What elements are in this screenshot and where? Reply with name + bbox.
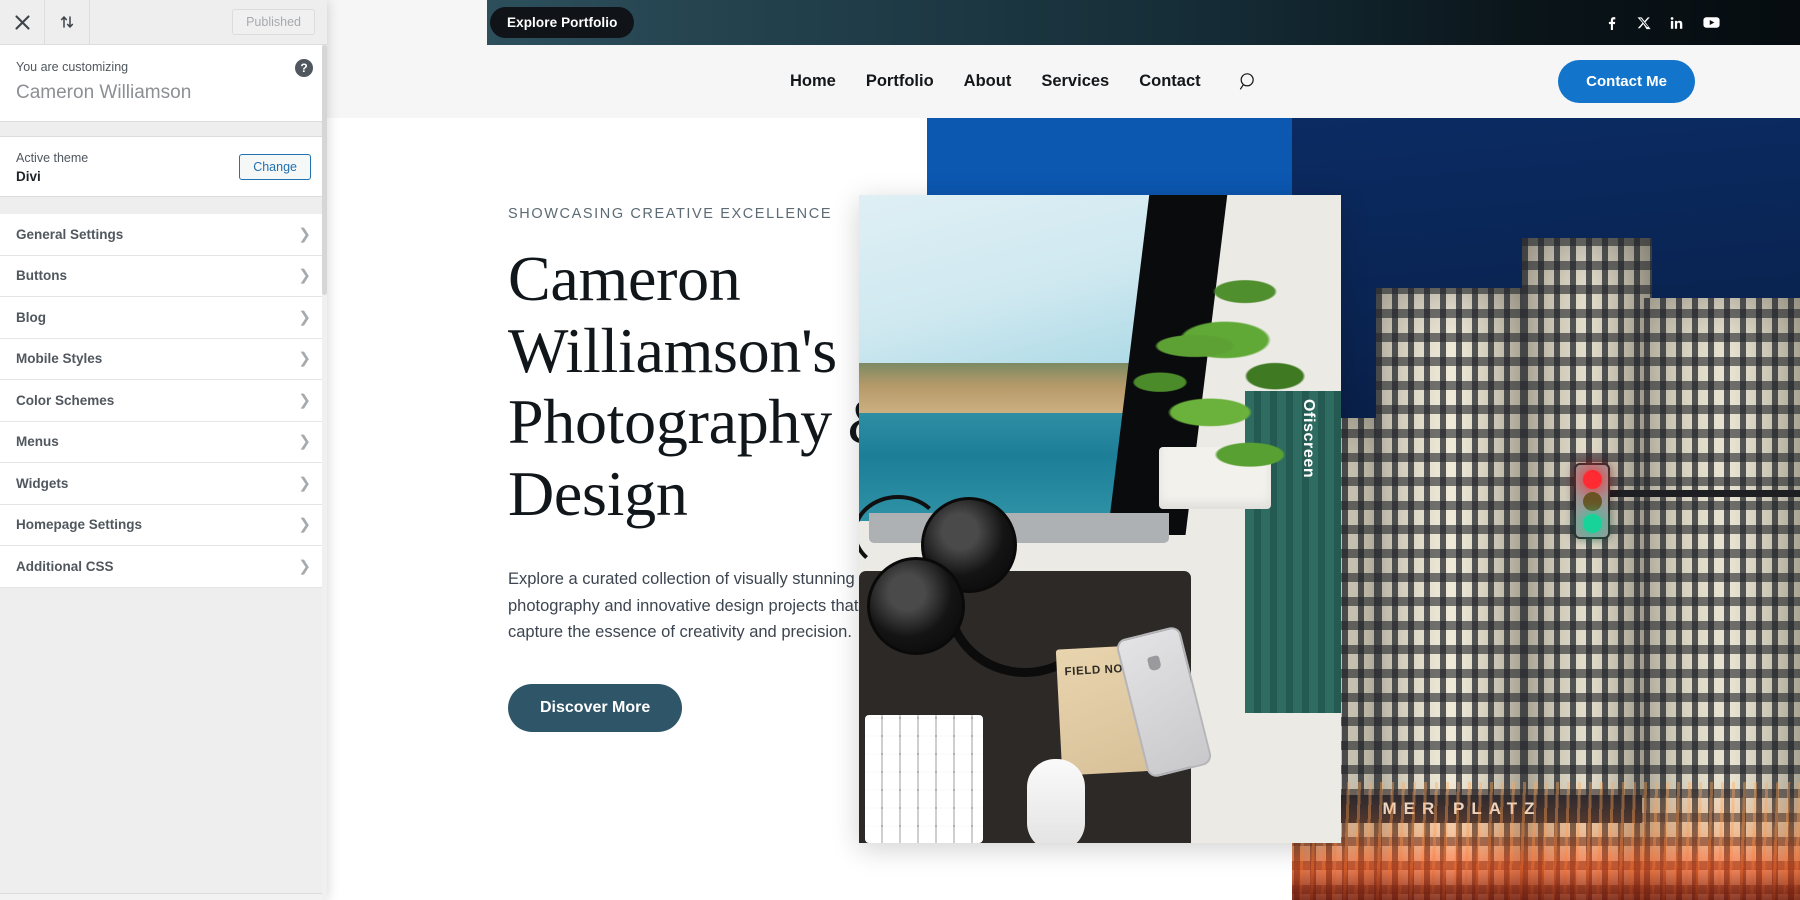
desk-workspace-photo: Ofiscreen FIELD NOTES [859, 195, 1341, 843]
keyboard [865, 715, 983, 843]
youtube-icon[interactable] [1703, 16, 1720, 29]
customizer-screen: Published You are customizing Cameron Wi… [0, 0, 1800, 900]
sidebar-item-label: Color Schemes [16, 392, 115, 408]
sidebar-item-blog[interactable]: Blog ❯ [0, 297, 327, 339]
traffic-light-red [1582, 469, 1602, 489]
discover-more-button[interactable]: Discover More [508, 684, 683, 733]
traffic-light-amber [1582, 491, 1602, 511]
customizer-sidebar: Published You are customizing Cameron Wi… [0, 0, 327, 900]
sidebar-empty-area [0, 587, 327, 893]
mouse [1027, 759, 1085, 843]
customizer-sections: General Settings ❯ Buttons ❯ Blog ❯ Mobi… [0, 214, 327, 588]
traffic-light-icon [1574, 463, 1610, 539]
chevron-right-icon: ❯ [298, 516, 311, 534]
traffic-light-arm [1608, 490, 1800, 497]
theme-name: Divi [16, 169, 41, 185]
active-theme-label: Active theme [16, 151, 89, 166]
close-icon[interactable] [0, 0, 45, 44]
sidebar-item-label: Mobile Styles [16, 351, 103, 367]
social-links [1603, 15, 1720, 30]
site-preview: Explore Portfolio Home Portfolio About S… [327, 0, 1800, 900]
sidebar-footer-bar [0, 893, 327, 900]
main-navigation: Home Portfolio About Services Contact [790, 72, 1258, 91]
traffic-light-trails [1292, 782, 1800, 900]
sidebar-item-widgets[interactable]: Widgets ❯ [0, 463, 327, 505]
explore-portfolio-button[interactable]: Explore Portfolio [490, 7, 635, 38]
phone-logo-icon [1146, 654, 1162, 672]
search-icon[interactable] [1239, 72, 1258, 91]
ofiscreen-label: Ofiscreen [1300, 399, 1317, 479]
sidebar-item-mobile-styles[interactable]: Mobile Styles ❯ [0, 338, 327, 381]
sidebar-scrollbar[interactable] [322, 45, 327, 900]
chevron-right-icon: ❯ [298, 474, 311, 492]
sidebar-item-color-schemes[interactable]: Color Schemes ❯ [0, 380, 327, 422]
sidebar-item-additional-css[interactable]: Additional CSS ❯ [0, 546, 327, 588]
sidebar-item-label: Additional CSS [16, 558, 114, 574]
chevron-right-icon: ❯ [298, 391, 311, 409]
chevron-right-icon: ❯ [298, 308, 311, 326]
sidebar-item-label: Homepage Settings [16, 517, 143, 533]
collapse-arrows-icon[interactable] [45, 0, 90, 44]
sidebar-item-label: General Settings [16, 226, 124, 242]
sidebar-gap [0, 197, 327, 215]
traffic-light-green [1582, 513, 1602, 533]
sidebar-item-label: Widgets [16, 475, 69, 491]
publish-button[interactable]: Published [232, 9, 315, 35]
chevron-right-icon: ❯ [298, 225, 311, 243]
sidebar-item-buttons[interactable]: Buttons ❯ [0, 255, 327, 298]
hero-section: MER PLATZ Ofiscreen [327, 118, 1800, 900]
nav-item-about[interactable]: About [964, 72, 1012, 91]
headphone-earcup-2 [867, 557, 965, 655]
sidebar-item-homepage-settings[interactable]: Homepage Settings ❯ [0, 504, 327, 547]
sidebar-divider [0, 122, 327, 138]
site-utility-bar: Explore Portfolio [487, 0, 1800, 45]
sidebar-scrollbar-thumb[interactable] [322, 45, 327, 295]
customizing-label: You are customizing [16, 60, 129, 74]
active-theme-panel: Active theme Divi Change [0, 137, 327, 198]
sidebar-item-menus[interactable]: Menus ❯ [0, 421, 327, 464]
customizer-header: You are customizing Cameron Williamson ? [0, 45, 327, 123]
active-theme-info: Active theme Divi [16, 149, 88, 184]
contact-me-button[interactable]: Contact Me [1558, 60, 1695, 103]
hero-paragraph: Explore a curated collection of visually… [508, 569, 859, 642]
site-header: Home Portfolio About Services Contact Co… [327, 45, 1800, 118]
nav-item-portfolio[interactable]: Portfolio [866, 72, 934, 91]
customizer-toolbar: Published [0, 0, 327, 45]
facebook-icon[interactable] [1603, 15, 1618, 30]
help-icon[interactable]: ? [295, 59, 313, 77]
sidebar-item-general-settings[interactable]: General Settings ❯ [0, 214, 327, 256]
chevron-right-icon: ❯ [298, 267, 311, 285]
linkedin-icon[interactable] [1670, 16, 1684, 30]
nav-item-home[interactable]: Home [790, 72, 836, 91]
chevron-right-icon: ❯ [298, 350, 311, 368]
sidebar-item-label: Blog [16, 309, 46, 325]
x-twitter-icon[interactable] [1637, 16, 1651, 30]
chevron-right-icon: ❯ [298, 433, 311, 451]
site-title: Cameron Williamson [16, 81, 192, 103]
sidebar-item-label: Buttons [16, 268, 67, 284]
chevron-right-icon: ❯ [298, 557, 311, 575]
nav-item-services[interactable]: Services [1041, 72, 1109, 91]
change-theme-button[interactable]: Change [239, 153, 311, 180]
nav-item-contact[interactable]: Contact [1139, 72, 1200, 91]
sidebar-item-label: Menus [16, 434, 59, 450]
city-night-photo: MER PLATZ [1292, 118, 1800, 900]
